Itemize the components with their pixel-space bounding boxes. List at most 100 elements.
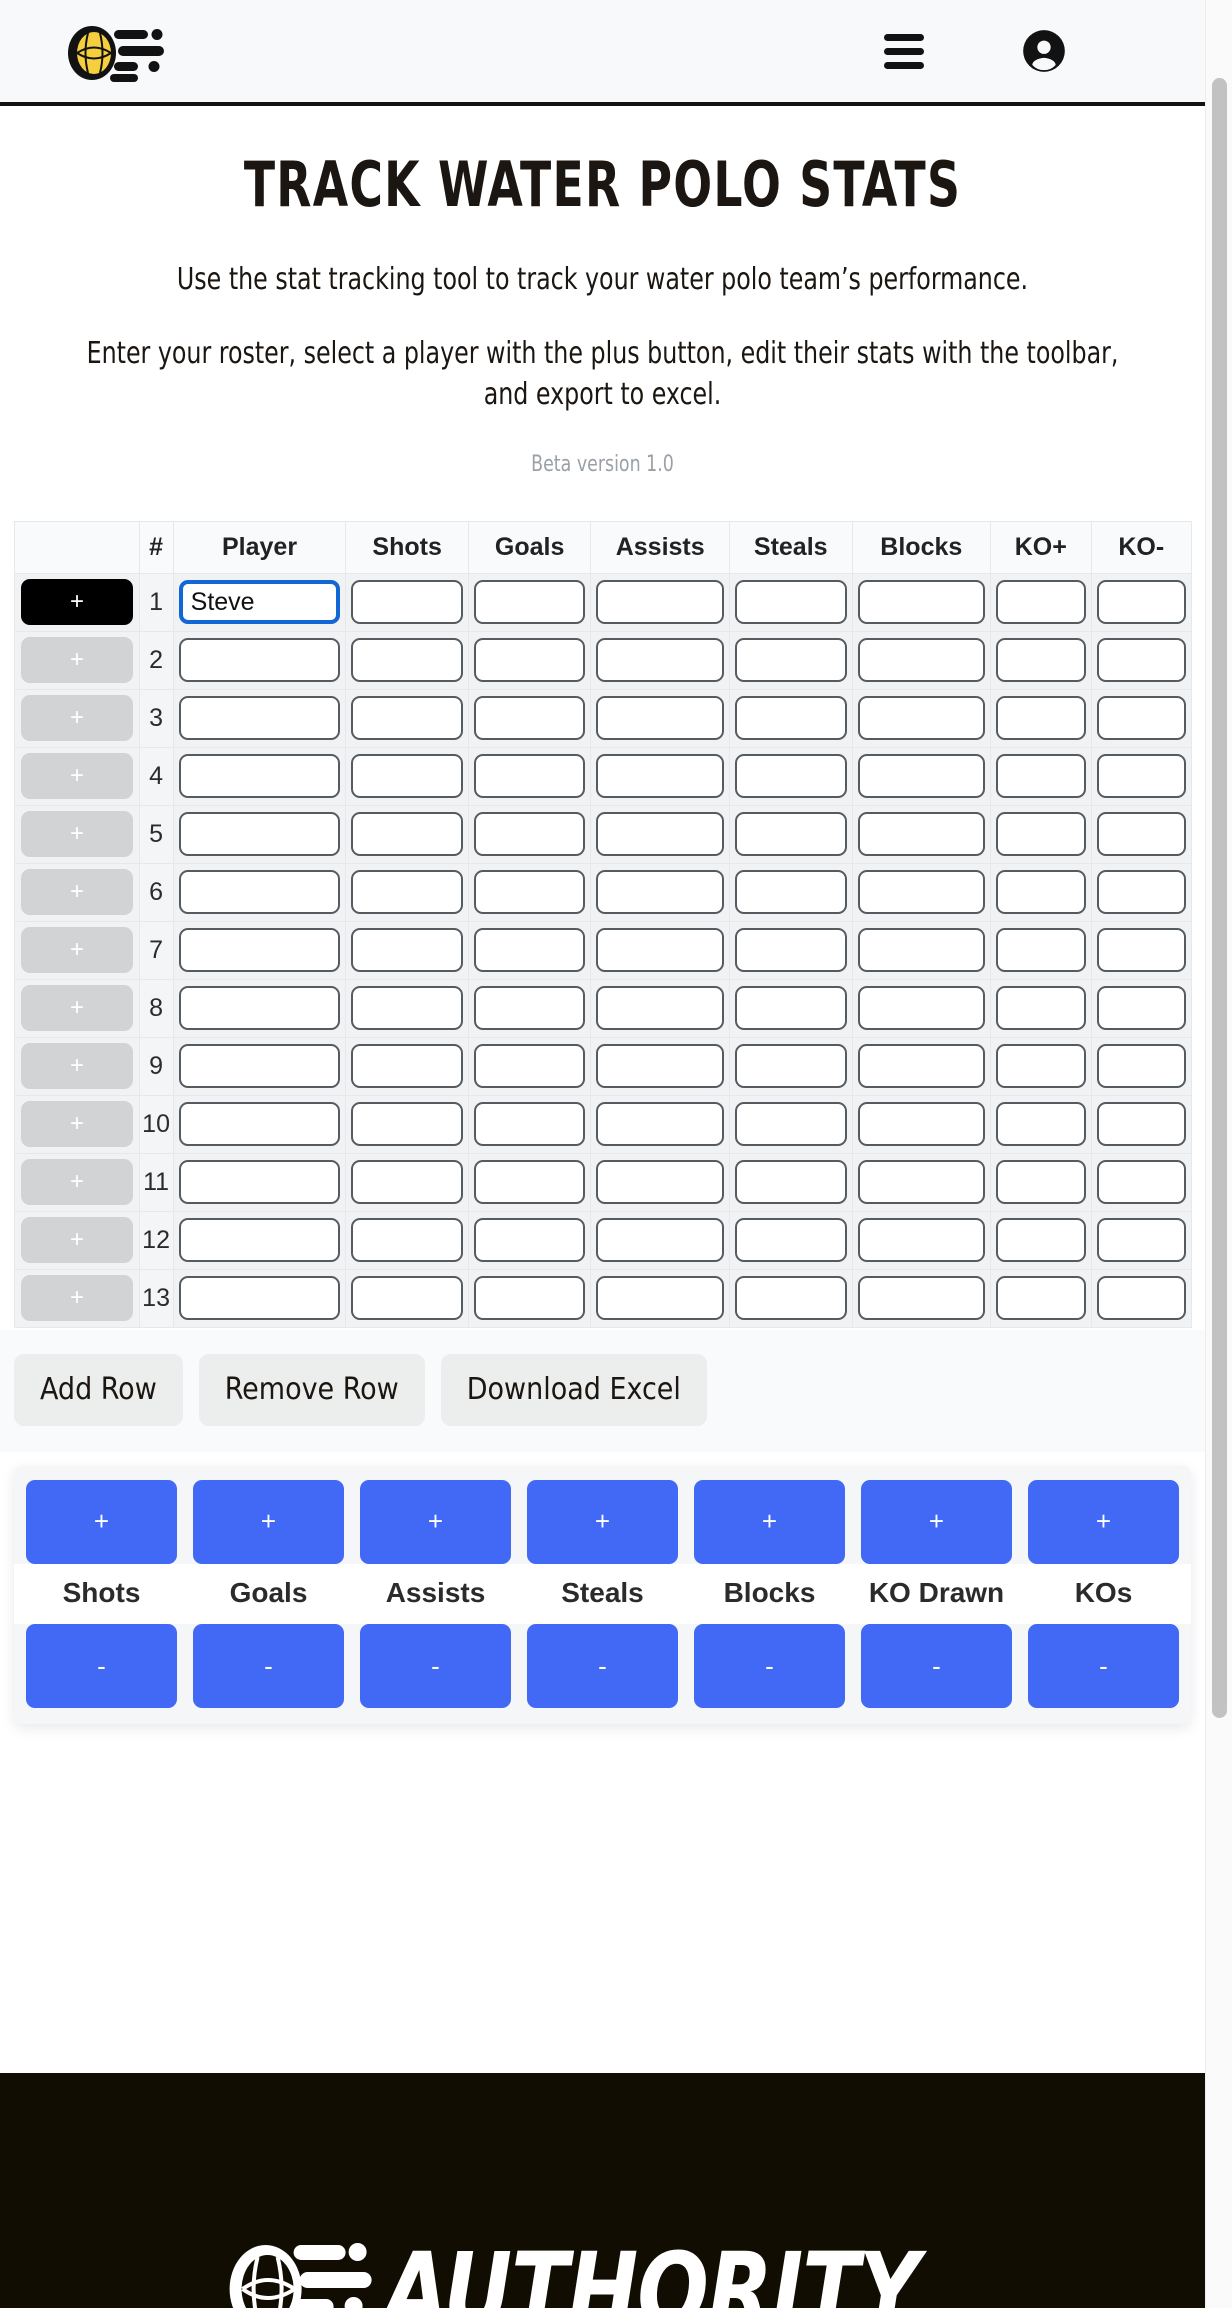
increment-assists-button[interactable]: + xyxy=(360,1479,511,1564)
shots-input[interactable] xyxy=(351,1218,463,1263)
scrollbar-thumb[interactable] xyxy=(1212,78,1227,1718)
account-icon[interactable] xyxy=(1013,20,1075,82)
blocks-input[interactable] xyxy=(857,1218,986,1263)
player-name-input[interactable] xyxy=(178,696,341,741)
download-excel-button[interactable]: Download Excel xyxy=(440,1353,707,1426)
ko-minus-input[interactable] xyxy=(1096,870,1186,915)
assists-input[interactable] xyxy=(596,928,724,973)
shots-input[interactable] xyxy=(351,812,463,857)
steals-input[interactable] xyxy=(734,638,847,683)
ko-minus-input[interactable] xyxy=(1096,986,1186,1031)
select-player-button[interactable]: + xyxy=(21,811,133,858)
ko-plus-input[interactable] xyxy=(996,754,1086,799)
select-player-button[interactable]: + xyxy=(21,695,133,742)
ko-plus-input[interactable] xyxy=(996,638,1086,683)
ko-minus-input[interactable] xyxy=(1096,580,1186,625)
assists-input[interactable] xyxy=(596,1044,724,1089)
goals-input[interactable] xyxy=(473,1044,586,1089)
assists-input[interactable] xyxy=(596,986,724,1031)
shots-input[interactable] xyxy=(351,1160,463,1205)
decrement-kos-button[interactable]: - xyxy=(1028,1624,1179,1709)
ko-minus-input[interactable] xyxy=(1096,696,1186,741)
blocks-input[interactable] xyxy=(857,928,986,973)
player-name-input[interactable] xyxy=(178,1160,341,1205)
player-name-input[interactable] xyxy=(178,1102,341,1147)
select-player-button[interactable]: + xyxy=(21,753,133,800)
goals-input[interactable] xyxy=(473,986,586,1031)
assists-input[interactable] xyxy=(596,638,724,683)
player-name-input[interactable] xyxy=(178,1044,341,1089)
ko-plus-input[interactable] xyxy=(996,580,1086,625)
select-player-button[interactable]: + xyxy=(21,927,133,974)
page-scrollbar[interactable] xyxy=(1205,0,1232,2308)
assists-input[interactable] xyxy=(596,1102,724,1147)
goals-input[interactable] xyxy=(473,870,586,915)
brand-logo-icon[interactable] xyxy=(66,24,170,82)
blocks-input[interactable] xyxy=(857,638,986,683)
shots-input[interactable] xyxy=(351,928,463,973)
blocks-input[interactable] xyxy=(857,1276,986,1321)
increment-shots-button[interactable]: + xyxy=(26,1479,177,1564)
select-player-button[interactable]: + xyxy=(21,579,133,626)
blocks-input[interactable] xyxy=(857,696,986,741)
assists-input[interactable] xyxy=(596,754,724,799)
goals-input[interactable] xyxy=(473,1102,586,1147)
goals-input[interactable] xyxy=(473,754,586,799)
goals-input[interactable] xyxy=(473,1276,586,1321)
ko-plus-input[interactable] xyxy=(996,1102,1086,1147)
goals-input[interactable] xyxy=(473,638,586,683)
shots-input[interactable] xyxy=(351,1044,463,1089)
decrement-shots-button[interactable]: - xyxy=(26,1624,177,1709)
blocks-input[interactable] xyxy=(857,1044,986,1089)
select-player-button[interactable]: + xyxy=(21,1043,133,1090)
steals-input[interactable] xyxy=(734,870,847,915)
goals-input[interactable] xyxy=(473,1218,586,1263)
blocks-input[interactable] xyxy=(857,1160,986,1205)
shots-input[interactable] xyxy=(351,754,463,799)
steals-input[interactable] xyxy=(734,580,847,625)
player-name-input[interactable] xyxy=(178,812,341,857)
ko-plus-input[interactable] xyxy=(996,812,1086,857)
ko-minus-input[interactable] xyxy=(1096,638,1186,683)
increment-goals-button[interactable]: + xyxy=(193,1479,344,1564)
ko-plus-input[interactable] xyxy=(996,1218,1086,1263)
decrement-assists-button[interactable]: - xyxy=(360,1624,511,1709)
steals-input[interactable] xyxy=(734,1102,847,1147)
select-player-button[interactable]: + xyxy=(21,1275,133,1322)
assists-input[interactable] xyxy=(596,1160,724,1205)
assists-input[interactable] xyxy=(596,1276,724,1321)
select-player-button[interactable]: + xyxy=(21,1159,133,1206)
goals-input[interactable] xyxy=(473,812,586,857)
goals-input[interactable] xyxy=(473,1160,586,1205)
steals-input[interactable] xyxy=(734,754,847,799)
ko-plus-input[interactable] xyxy=(996,696,1086,741)
blocks-input[interactable] xyxy=(857,812,986,857)
increment-kos-button[interactable]: + xyxy=(1028,1479,1179,1564)
shots-input[interactable] xyxy=(351,1102,463,1147)
decrement-blocks-button[interactable]: - xyxy=(694,1624,845,1709)
steals-input[interactable] xyxy=(734,812,847,857)
select-player-button[interactable]: + xyxy=(21,637,133,684)
steals-input[interactable] xyxy=(734,986,847,1031)
shots-input[interactable] xyxy=(351,696,463,741)
ko-minus-input[interactable] xyxy=(1096,1276,1186,1321)
footer-brand[interactable]: AUTHORITY xyxy=(227,2237,978,2308)
ko-minus-input[interactable] xyxy=(1096,1218,1186,1263)
player-name-input[interactable] xyxy=(178,754,341,799)
select-player-button[interactable]: + xyxy=(21,1217,133,1264)
ko-plus-input[interactable] xyxy=(996,1276,1086,1321)
assists-input[interactable] xyxy=(596,812,724,857)
select-player-button[interactable]: + xyxy=(21,1101,133,1148)
ko-plus-input[interactable] xyxy=(996,870,1086,915)
player-name-input[interactable] xyxy=(178,986,341,1031)
decrement-ko-drawn-button[interactable]: - xyxy=(861,1624,1012,1709)
select-player-button[interactable]: + xyxy=(21,869,133,916)
player-name-input[interactable] xyxy=(178,928,341,973)
player-name-input[interactable] xyxy=(178,580,341,625)
assists-input[interactable] xyxy=(596,1218,724,1263)
steals-input[interactable] xyxy=(734,1218,847,1263)
ko-minus-input[interactable] xyxy=(1096,754,1186,799)
player-name-input[interactable] xyxy=(178,1218,341,1263)
ko-minus-input[interactable] xyxy=(1096,812,1186,857)
ko-plus-input[interactable] xyxy=(996,1160,1086,1205)
